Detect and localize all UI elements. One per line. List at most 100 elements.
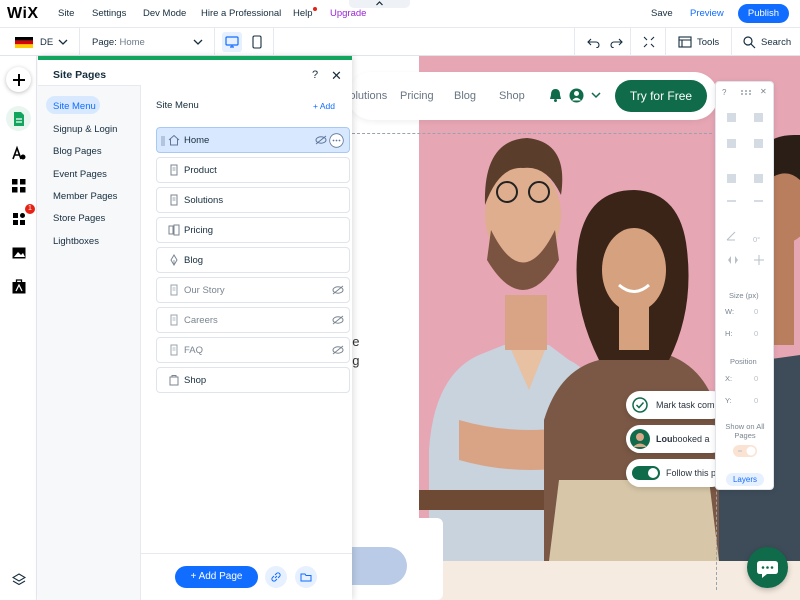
chevron-up-icon [376,1,383,6]
booking-chip[interactable]: Lou booked a [626,425,726,453]
drag-handle-icon[interactable] [161,136,165,146]
avatar-lou-icon [630,429,650,449]
notification-badge: 1 [25,204,35,214]
chat-button[interactable] [747,547,788,588]
plus-icon [12,73,25,86]
page-row-our-story[interactable]: Our Story [156,277,350,303]
page-row-product[interactable]: Product [156,157,350,183]
drag-handle-icon[interactable] [740,90,752,95]
menu-help[interactable]: Help [293,7,317,19]
add-link-page-button[interactable] [265,566,287,588]
inspector-close-icon[interactable]: ✕ [760,87,767,96]
sidebar-item-signup-login[interactable]: Signup & Login [53,124,117,135]
page-row-solutions[interactable]: Solutions [156,187,350,213]
page-row-home[interactable]: Home [156,127,350,153]
page-row-shop[interactable]: Shop [156,367,350,393]
toolbar-divider [79,28,80,56]
more-options-icon[interactable] [329,133,344,148]
nav-shop[interactable]: Shop [499,90,525,102]
follow-chip[interactable]: Follow this p [626,459,726,487]
sidebar-item-lightboxes[interactable]: Lightboxes [53,236,99,247]
menu-settings[interactable]: Settings [92,8,126,19]
nav-blog[interactable]: Blog [454,90,476,102]
task-chip[interactable]: Mark task com [626,391,726,419]
hidden-eye-icon [332,285,344,295]
add-elements-button[interactable] [6,67,31,92]
menu-site[interactable]: Site [58,8,74,19]
pages-menu-button[interactable] [6,106,31,131]
mobile-view-button[interactable] [249,32,265,52]
page-row-blog[interactable]: Blog [156,247,350,273]
inspector-help-icon[interactable]: ? [722,88,726,97]
portfolio-button[interactable] [6,274,31,299]
sidebar-item-blog-pages[interactable]: Blog Pages [53,146,102,157]
inspector-panel: ? ✕ 0° Size (px) W: 0 H: 0 Position X: 0… [715,81,774,490]
page-label: FAQ [184,345,204,356]
design-button[interactable] [6,140,31,165]
media-button[interactable] [6,240,31,265]
desktop-view-button[interactable] [222,32,242,52]
language-selector[interactable]: DE [40,37,53,48]
add-apps-button[interactable] [6,173,31,198]
page-row-faq[interactable]: FAQ [156,337,350,363]
close-icon[interactable]: ✕ [331,68,342,84]
layers-button[interactable] [6,567,31,592]
undo-icon[interactable] [587,36,601,48]
sidebar-item-site-menu[interactable]: Site Menu [53,101,96,112]
menu-upgrade[interactable]: Upgrade [330,8,366,19]
tools-icon[interactable] [678,36,692,48]
task-chip-label: Mark task com [656,400,715,410]
page-row-pricing[interactable]: Pricing [156,217,350,243]
page-selector[interactable]: Page: Home [92,37,145,48]
menu-hire-professional[interactable]: Hire a Professional [201,8,281,19]
home-icon [168,134,180,146]
sidebar-item-member-pages[interactable]: Member Pages [53,191,117,202]
tools-button[interactable]: Tools [697,37,719,48]
hidden-eye-icon [315,135,327,145]
x-value[interactable]: 0 [754,374,758,383]
add-folder-button[interactable] [295,566,317,588]
left-rail [0,56,37,600]
desktop-icon [225,36,239,48]
width-value[interactable]: 0 [754,307,758,316]
pages-list-title: Site Menu [156,100,199,111]
position-label: Position [730,357,757,366]
page-icon [170,344,178,356]
save-button[interactable]: Save [651,8,673,19]
height-value[interactable]: 0 [754,329,758,338]
chevron-down-icon[interactable] [58,38,68,46]
wix-logo[interactable]: WiX [7,5,39,23]
try-for-free-button[interactable]: Try for Free [615,80,707,112]
y-value[interactable]: 0 [754,396,758,405]
chevron-down-icon[interactable] [193,38,203,46]
inspector-layers-button[interactable]: Layers [726,473,764,486]
arrange-icons[interactable] [726,112,766,202]
booking-chip-name: Lou [656,434,673,444]
help-icon[interactable]: ? [312,69,318,81]
sidebar-item-store-pages[interactable]: Store Pages [53,213,105,224]
link-icon [271,572,281,582]
width-label: W: [725,307,735,316]
page-label: Shop [184,375,207,386]
add-link-button[interactable]: + Add [313,101,335,111]
menu-dev-mode[interactable]: Dev Mode [143,8,186,19]
toggle-off-icon[interactable] [733,445,757,457]
redo-icon[interactable] [609,36,623,48]
page-selector-value: Home [119,37,145,48]
toggle-on-icon [632,466,660,480]
toolbar-divider [630,28,631,56]
bell-icon[interactable] [549,88,562,102]
preview-button[interactable]: Preview [690,8,724,19]
search-button[interactable]: Search [761,37,791,48]
search-icon[interactable] [743,36,756,49]
page-row-careers[interactable]: Careers [156,307,350,333]
add-page-button[interactable]: + Add Page [175,566,258,588]
collapse-handle[interactable] [349,0,410,8]
zoom-fit-icon[interactable] [642,36,656,48]
chevron-down-icon[interactable] [591,91,601,99]
avatar-icon[interactable] [569,88,584,103]
page-icon [170,284,178,296]
nav-pricing[interactable]: Pricing [400,90,434,102]
sidebar-item-event-pages[interactable]: Event Pages [53,169,107,180]
publish-button[interactable]: Publish [738,4,789,23]
